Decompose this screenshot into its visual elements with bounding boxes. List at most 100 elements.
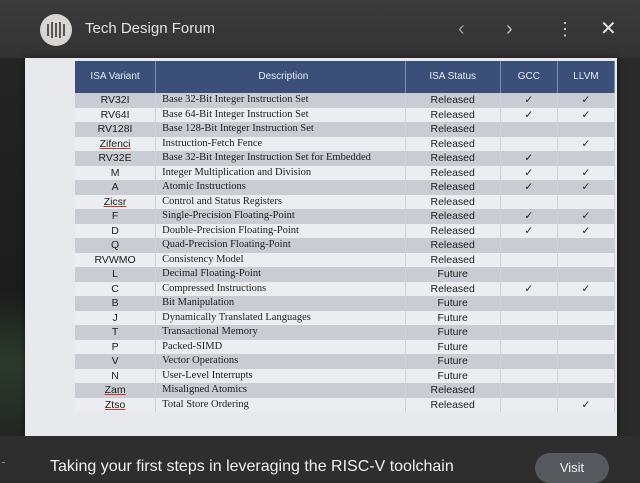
chevron-right-icon[interactable]: › [506,18,513,40]
cell-description: Control and Status Registers [155,194,406,209]
caption-text: Taking your first steps in leveraging th… [50,458,454,475]
cell-variant: D [75,223,157,238]
cell-variant: M [75,165,157,180]
cell-variant: V [75,354,157,369]
cell-gcc-check: ✓ [500,107,558,122]
cell-gcc-check [500,122,558,137]
cell-variant: RV32I [75,93,157,108]
cell-gcc-check [500,267,558,282]
header-variant: ISA Variant [75,61,157,93]
cell-llvm-check [557,310,616,325]
cell-status: Future [405,339,501,354]
cell-gcc-check [500,296,558,311]
cell-llvm-check: ✓ [557,165,616,180]
cell-llvm-check [557,194,616,209]
table-row: J Dynamically Translated Languages Future [75,310,616,325]
header-gcc: GCC [500,61,558,93]
cell-llvm-check: ✓ [557,107,616,122]
cell-llvm-check [557,339,616,354]
cell-llvm-check: ✓ [557,223,616,238]
cell-variant: L [75,267,157,282]
cell-llvm-check [557,267,616,282]
cell-status: Future [405,296,501,311]
cell-variant: J [75,310,157,325]
cell-gcc-check [500,325,558,340]
cell-llvm-check: ✓ [557,397,616,412]
cell-status: Future [405,354,501,369]
app-title: Tech Design Forum [85,20,216,37]
cell-llvm-check [557,325,616,340]
cell-description: Packed-SIMD [155,339,406,354]
header-status: ISA Status [405,61,501,93]
cell-description: Quad-Precision Floating-Point [155,238,406,253]
cell-status: Released [405,165,501,180]
visit-button[interactable]: Visit [535,453,609,483]
image-card: ISA Variant Description ISA Status GCC L… [25,58,617,476]
cell-gcc-check [500,339,558,354]
cell-variant: A [75,180,157,195]
table-row: RV32E Base 32-Bit Integer Instruction Set… [75,151,616,166]
table-row: M Integer Multiplication and Division Rele… [75,165,616,180]
table-row: RV64I Base 64-Bit Integer Instruction Set… [75,107,616,122]
cell-status: Released [405,281,501,296]
more-options-icon[interactable]: ⋮ [556,18,574,40]
table-row: N User-Level Interrupts Future [75,368,616,383]
table-row: V Vector Operations Future [75,354,616,369]
cell-llvm-check [557,354,616,369]
cell-status: Future [405,310,501,325]
cell-status: Released [405,93,501,108]
cell-status: Released [405,209,501,224]
cell-description: Base 32-Bit Integer Instruction Set [155,93,406,108]
cell-status: Released [405,383,501,398]
table-row: T Transactional Memory Future [75,325,616,340]
table-row: Zicsr Control and Status Registers Release… [75,194,616,209]
cell-gcc-check: ✓ [500,281,558,296]
cell-llvm-check [557,296,616,311]
table-row: RVWMO Consistency Model Released [75,252,616,267]
cell-description: Total Store Ordering [155,397,406,412]
cell-variant: Zam [75,383,157,398]
chevron-left-icon[interactable]: ‹ [458,18,465,40]
cell-gcc-check: ✓ [500,165,558,180]
cell-gcc-check: ✓ [500,151,558,166]
cell-llvm-check [557,151,616,166]
cell-status: Released [405,238,501,253]
table-row: Zam Misaligned Atomics Released [75,383,616,398]
cell-description: Consistency Model [155,252,406,267]
cell-description: Misaligned Atomics [155,383,406,398]
cell-variant: F [75,209,157,224]
cell-status: Released [405,194,501,209]
cell-variant: Q [75,238,157,253]
cell-gcc-check [500,383,558,398]
close-icon[interactable]: ✕ [600,18,617,40]
table-row: RV32I Base 32-Bit Integer Instruction Set… [75,93,616,108]
cell-status: Released [405,107,501,122]
cell-llvm-check [557,252,616,267]
background-strip [0,58,25,448]
cell-variant: RVWMO [75,252,157,267]
cell-status: Released [405,122,501,137]
cell-description: Atomic Instructions [155,180,406,195]
cell-variant: RV128I [75,122,157,137]
cell-variant: RV32E [75,151,157,166]
table-row: D Double-Precision Floating-Point Released… [75,223,616,238]
cell-description: Transactional Memory [155,325,406,340]
table-body: RV32I Base 32-Bit Integer Instruction Set… [75,93,616,412]
cell-llvm-check [557,122,616,137]
cell-variant: B [75,296,157,311]
cell-gcc-check: ✓ [500,180,558,195]
table-row: Zifenci Instruction-Fetch Fence Released ✓ [75,136,616,151]
cell-gcc-check [500,368,558,383]
table-row: B Bit Manipulation Future [75,296,616,311]
header-description: Description [155,61,406,93]
cell-status: Released [405,151,501,166]
cell-status: Future [405,368,501,383]
table-row: F Single-Precision Floating-Point Released… [75,209,616,224]
cell-status: Future [405,267,501,282]
cell-variant: Zifenci [75,136,157,151]
cell-gcc-check [500,194,558,209]
isa-table: ISA Variant Description ISA Status GCC L… [75,61,616,412]
cell-llvm-check: ✓ [557,180,616,195]
table-row: C Compressed Instructions Released ✓ ✓ [75,281,616,296]
cell-gcc-check: ✓ [500,209,558,224]
